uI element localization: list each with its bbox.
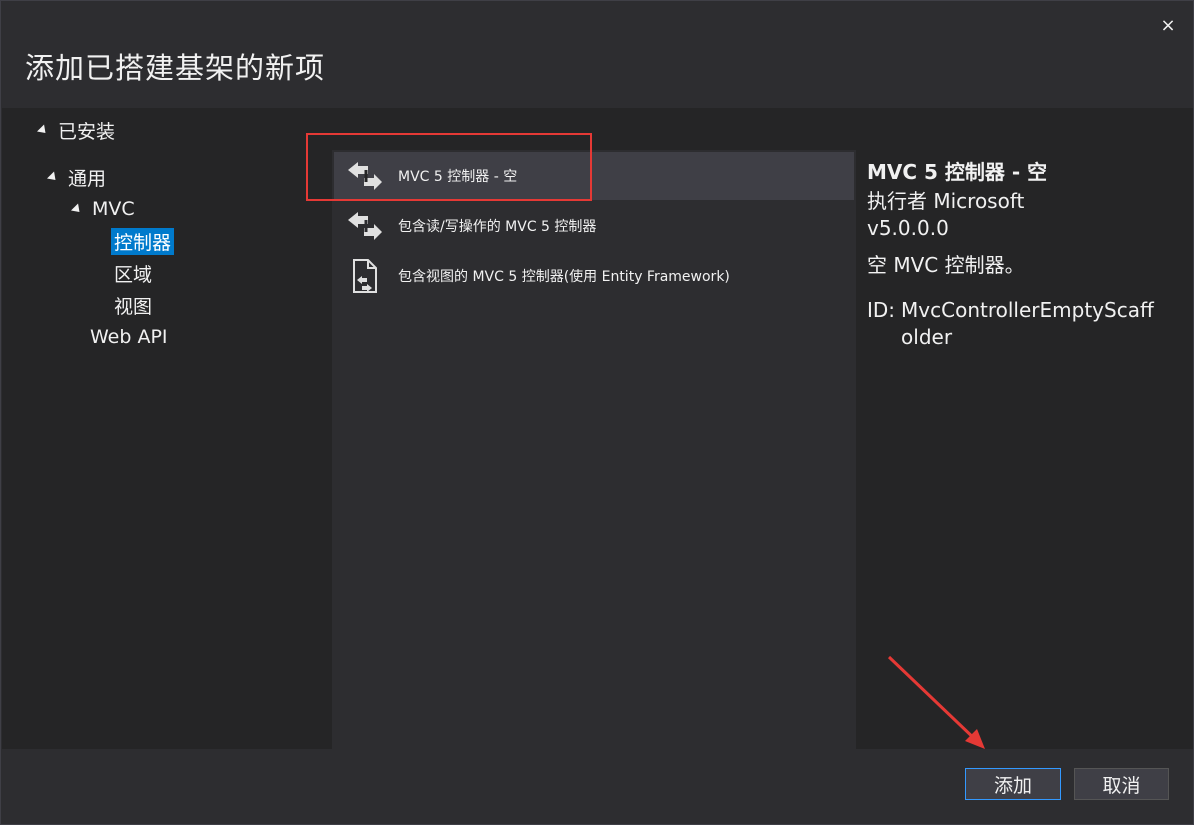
tree-item-common[interactable]: 通用: [46, 163, 106, 191]
annotation-highlight-box: [306, 133, 592, 201]
tree-item-webapi[interactable]: Web API: [90, 323, 168, 351]
details-id-value: MvcControllerEmptyScaffolder: [901, 298, 1154, 349]
tree-item-mvc[interactable]: MVC: [70, 195, 135, 223]
close-icon[interactable]: ×: [1157, 15, 1179, 37]
tree-item-controller[interactable]: 控制器: [111, 227, 175, 255]
details-author: 执行者 Microsoft: [867, 189, 1025, 213]
list-item[interactable]: 包含读/写操作的 MVC 5 控制器: [334, 202, 854, 250]
list-item[interactable]: 包含视图的 MVC 5 控制器(使用 Entity Framework): [334, 252, 854, 300]
dialog-title: 添加已搭建基架的新项: [25, 51, 326, 85]
details-id: ID: MvcControllerEmptyScaffolder: [867, 297, 1177, 351]
expand-triangle-icon: [70, 202, 84, 216]
details-description: 空 MVC 控制器。: [867, 253, 1025, 277]
expand-triangle-icon: [36, 123, 50, 137]
details-id-label: ID:: [867, 298, 896, 322]
scaffold-list: MVC 5 控制器 - 空 包含读/写操作的 MVC 5 控制器 包含视图的 M…: [332, 150, 856, 749]
category-tree: 已安装 通用 MVC 控制器 区域 视图 Web API: [2, 108, 332, 749]
details-panel: MVC 5 控制器 - 空 执行者 Microsoft v5.0.0.0 空 M…: [867, 159, 1177, 351]
details-version: v5.0.0.0: [867, 216, 949, 240]
document-scaffold-icon: [344, 256, 384, 296]
tree-item-installed[interactable]: 已安装: [36, 116, 115, 144]
scaffold-arrow-icon: [344, 206, 384, 246]
scaffold-dialog: × 添加已搭建基架的新项 已安装 通用 MVC 控制器 区域 视图 Web AP…: [0, 0, 1194, 825]
add-button[interactable]: 添加: [965, 768, 1061, 800]
tree-item-area[interactable]: 区域: [114, 259, 152, 287]
expand-triangle-icon: [46, 170, 60, 184]
cancel-button[interactable]: 取消: [1074, 768, 1169, 800]
tree-item-view[interactable]: 视图: [114, 291, 152, 319]
details-name: MVC 5 控制器 - 空: [867, 160, 1048, 184]
annotation-arrow-icon: [887, 655, 985, 749]
